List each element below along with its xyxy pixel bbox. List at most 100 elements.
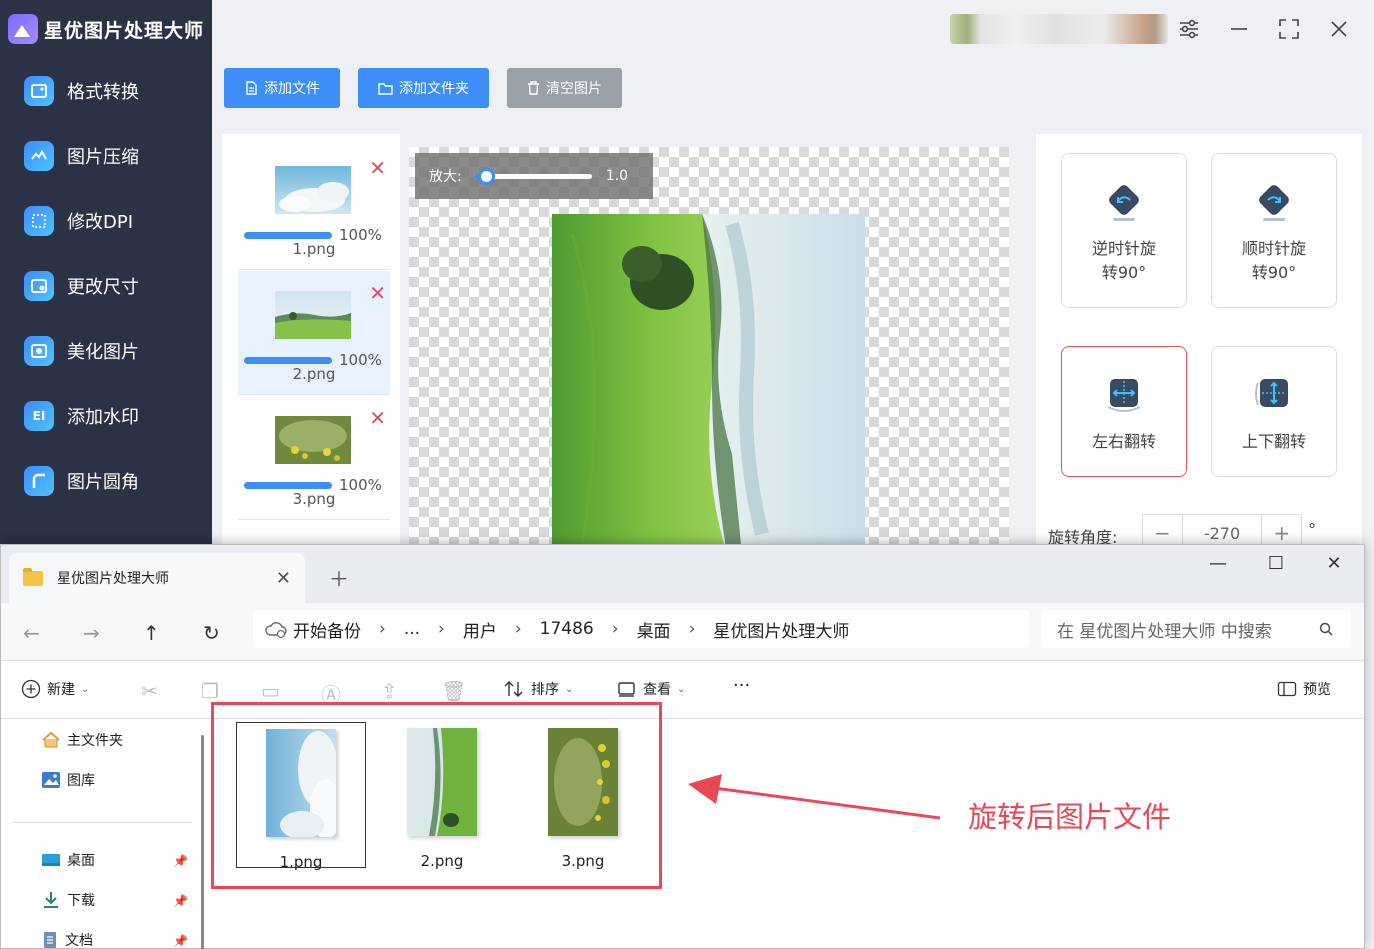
- file-list-item[interactable]: ✕ 100% 1.png: [238, 146, 390, 270]
- minimize-icon[interactable]: [1226, 16, 1252, 42]
- breadcrumb-item[interactable]: 桌面: [637, 617, 671, 642]
- file-list-item-selected[interactable]: ✕ 100% 2.png: [238, 271, 390, 395]
- share-icon[interactable]: ⇪: [381, 679, 398, 703]
- remove-file-icon[interactable]: ✕: [369, 406, 386, 430]
- clear-images-button[interactable]: 清空图片: [507, 68, 622, 108]
- breadcrumb-item[interactable]: 开始备份: [293, 617, 361, 642]
- rotate-ccw-label-line2: 转90°: [1101, 263, 1147, 282]
- flip-vertical-icon: [1255, 379, 1288, 407]
- sort-label: 排序: [531, 682, 559, 698]
- cloud-backup-icon: [265, 622, 287, 638]
- add-file-button[interactable]: 添加文件: [224, 68, 340, 108]
- flip-vertical-button[interactable]: 上下翻转: [1211, 346, 1337, 477]
- remove-file-icon[interactable]: ✕: [369, 281, 386, 305]
- sidebar-item-round-corner[interactable]: 图片圆角: [0, 448, 212, 513]
- image-preview: 放大: 1.0: [409, 147, 1009, 549]
- sidebar-item-label: 格式转换: [67, 81, 139, 103]
- sidebar-item-format[interactable]: 格式转换: [0, 58, 212, 123]
- explorer-minimize-icon[interactable]: —: [1203, 553, 1233, 574]
- pin-icon[interactable]: 📌: [173, 894, 188, 908]
- rotated-preview-image: [552, 214, 865, 549]
- delete-icon[interactable]: 🗑: [441, 679, 466, 703]
- search-input[interactable]: 在 星优图片处理大师 中搜索: [1041, 610, 1351, 648]
- breadcrumb-item[interactable]: 用户: [463, 617, 497, 642]
- folder-outline-icon: [378, 82, 393, 95]
- nav-item-downloads[interactable]: 下载: [41, 890, 95, 910]
- pin-icon[interactable]: 📌: [173, 854, 188, 868]
- rotate-cw-label-line2: 转90°: [1251, 263, 1297, 282]
- explorer-maximize-icon[interactable]: ☐: [1261, 553, 1291, 574]
- nav-item-documents[interactable]: 文档: [41, 930, 93, 949]
- back-arrow-icon[interactable]: ←: [23, 621, 40, 645]
- round-corner-icon: [24, 465, 54, 496]
- breadcrumb-item[interactable]: 星优图片处理大师: [713, 617, 849, 642]
- preview-pane-button[interactable]: 预览: [1277, 679, 1331, 699]
- chevron-right-icon: ›: [688, 619, 696, 639]
- copy-icon[interactable]: ❐: [201, 679, 219, 703]
- zoom-control: 放大: 1.0: [415, 153, 653, 199]
- flip-horizontal-button[interactable]: 左右翻转: [1061, 346, 1187, 477]
- zoom-value: 1.0: [605, 168, 628, 184]
- sidebar-item-compress[interactable]: 图片压缩: [0, 123, 212, 188]
- compress-icon: [24, 140, 54, 171]
- paste-icon[interactable]: ▭: [261, 679, 280, 703]
- sidebar-item-resize[interactable]: 更改尺寸: [0, 253, 212, 318]
- explorer-command-bar: 新建 ⌄ ✂ ❐ ▭ Ⓐ ⇪ 🗑 排序 ⌄ 查看 ⌄ ··· 预览: [1, 661, 1364, 719]
- explorer-close-icon[interactable]: ✕: [1319, 553, 1349, 574]
- sidebar-item-dpi[interactable]: 修改DPI: [0, 188, 212, 253]
- view-button[interactable]: 查看 ⌄: [617, 679, 685, 699]
- breadcrumb-item[interactable]: 17486: [540, 619, 594, 639]
- sidebar-item-label: 图片圆角: [67, 471, 139, 493]
- rotate-ccw-button[interactable]: 逆时针旋 转90°: [1061, 153, 1187, 308]
- explorer-tab[interactable]: 星优图片处理大师 ✕: [9, 553, 305, 603]
- cut-icon[interactable]: ✂: [141, 679, 158, 703]
- nav-item-home[interactable]: 主文件夹: [41, 730, 123, 750]
- home-icon: [42, 731, 60, 748]
- search-placeholder: 在 星优图片处理大师 中搜索: [1057, 621, 1272, 642]
- explorer-tab-bar: 星优图片处理大师 ✕ ＋ — ☐ ✕: [1, 545, 1364, 603]
- transform-panel: 逆时针旋 转90° 顺时针旋 转90° 左右翻转 上下翻转 旋转角度: − -2…: [1036, 134, 1362, 552]
- refresh-icon[interactable]: ↻: [203, 621, 220, 645]
- forward-arrow-icon[interactable]: →: [83, 621, 100, 645]
- file-thumbnail: [275, 416, 351, 464]
- up-arrow-icon[interactable]: ↑: [143, 621, 160, 645]
- trash-icon: [528, 81, 539, 95]
- clear-images-label: 清空图片: [546, 81, 602, 97]
- file-thumbnail: [275, 291, 351, 339]
- more-options-button[interactable]: ···: [733, 675, 750, 696]
- rotate-cw-label-line1: 顺时针旋: [1241, 239, 1306, 258]
- zoom-slider-handle[interactable]: [477, 167, 495, 185]
- chevron-down-icon: ⌄: [81, 683, 90, 695]
- nav-item-gallery[interactable]: 图库: [41, 770, 95, 790]
- new-button[interactable]: 新建 ⌄: [21, 679, 89, 699]
- nav-pane-scrollbar[interactable]: [201, 735, 204, 949]
- toolbar: 添加文件 添加文件夹 清空图片: [224, 68, 622, 108]
- progress-bar: [244, 232, 332, 239]
- add-folder-button[interactable]: 添加文件夹: [358, 68, 489, 108]
- fullscreen-icon[interactable]: [1276, 16, 1302, 42]
- chevron-right-icon: ›: [514, 619, 522, 639]
- chevron-down-icon: ⌄: [565, 683, 574, 695]
- nav-item-desktop[interactable]: 桌面: [41, 850, 95, 870]
- address-bar[interactable]: 开始备份 › ... › 用户 › 17486 › 桌面 › 星优图片处理大师: [253, 610, 1029, 648]
- annotation-arrow-icon: [688, 774, 941, 820]
- nav-item-label: 主文件夹: [67, 733, 123, 749]
- logo-icon: [8, 14, 38, 44]
- zoom-slider[interactable]: [473, 167, 592, 185]
- sidebar-item-watermark[interactable]: EI 添加水印: [0, 383, 212, 448]
- sidebar-item-label: 添加水印: [67, 406, 139, 428]
- pin-icon[interactable]: 📌: [173, 934, 188, 948]
- sort-button[interactable]: 排序 ⌄: [503, 679, 573, 699]
- tab-close-icon[interactable]: ✕: [276, 568, 291, 589]
- remove-file-icon[interactable]: ✕: [369, 156, 386, 180]
- close-icon[interactable]: [1326, 16, 1352, 42]
- file-name: 1.png: [292, 240, 336, 258]
- file-list-item[interactable]: ✕ 100% 3.png: [238, 396, 390, 520]
- sidebar-item-beautify[interactable]: 美化图片: [0, 318, 212, 383]
- nav-item-label: 图库: [67, 773, 95, 789]
- settings-sliders-icon[interactable]: [1176, 16, 1202, 42]
- new-tab-icon[interactable]: ＋: [329, 563, 349, 592]
- breadcrumb-item[interactable]: ...: [404, 619, 420, 639]
- rotate-ccw-icon: [1109, 185, 1139, 221]
- rotate-cw-button[interactable]: 顺时针旋 转90°: [1211, 153, 1337, 308]
